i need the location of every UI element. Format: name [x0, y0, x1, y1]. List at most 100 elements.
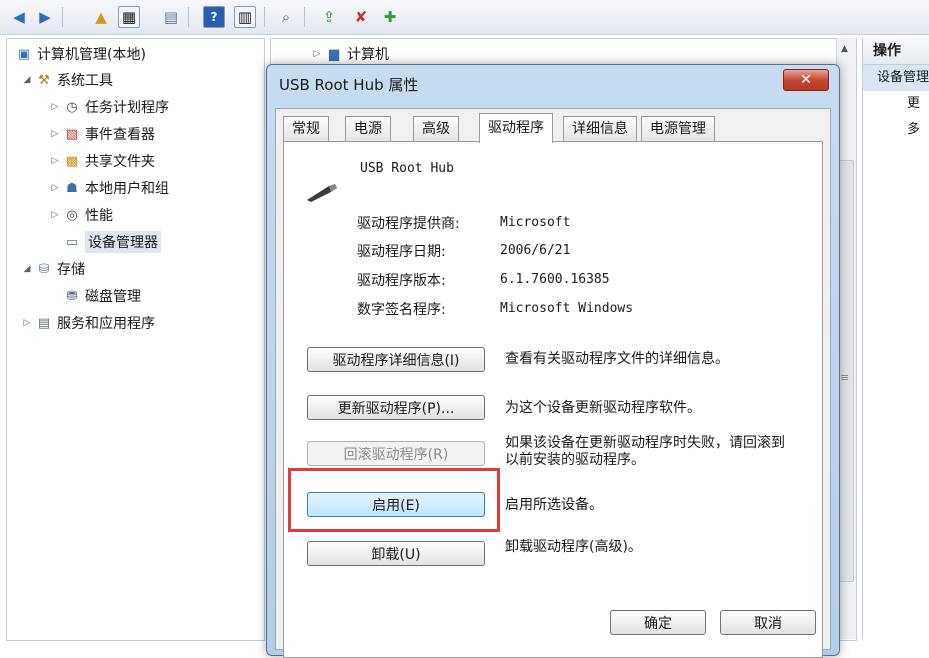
scroll-up-arrow-icon[interactable]: ▲ — [841, 44, 848, 54]
expand-arrow-icon[interactable]: ▷ — [49, 156, 61, 166]
services-icon: ▤ — [37, 315, 51, 331]
tab-driver[interactable]: 驱动程序 — [479, 113, 553, 143]
tree-node-label: 计算机 — [347, 47, 389, 63]
tree-node-system-tools[interactable]: ◢ ⚒ 系统工具 — [21, 69, 113, 91]
version-label: 驱动程序版本: — [357, 273, 446, 289]
provider-value: Microsoft — [500, 215, 571, 230]
properties-dialog: USB Root Hub 属性 ✕ 常规 电源 高级 驱动程序 详细信息 电源管… — [266, 64, 840, 658]
close-button[interactable]: ✕ — [783, 69, 829, 91]
device-name: USB Root Hub — [360, 161, 454, 176]
provider-label: 驱动程序提供商: — [357, 216, 460, 232]
tab-details[interactable]: 详细信息 — [563, 116, 637, 142]
tree-node-device-manager[interactable]: ▭ 设备管理器 — [61, 231, 161, 253]
toolbar-separator — [188, 7, 189, 27]
enable-description: 启用所选设备。 — [505, 497, 603, 513]
tree-node-label: 共享文件夹 — [85, 154, 155, 170]
cancel-button[interactable]: 取消 — [720, 610, 816, 635]
version-value: 6.1.7600.16385 — [500, 272, 610, 287]
expand-arrow-icon[interactable]: ▷ — [311, 49, 323, 59]
tab-general[interactable]: 常规 — [283, 116, 329, 142]
back-arrow-icon[interactable]: ◀ — [8, 6, 30, 28]
expand-arrow-icon[interactable]: ▷ — [49, 183, 61, 193]
roll-back-driver-button[interactable]: 回滚驱动程序(R) — [307, 441, 485, 466]
device-node-computer[interactable]: ▷ ▆ 计算机 — [311, 43, 389, 65]
update-driver-description: 为这个设备更新驱动程序软件。 — [505, 400, 701, 416]
tree-node-label: 存储 — [57, 262, 85, 278]
tree-node-task-scheduler[interactable]: ▷ ◷ 任务计划程序 — [49, 96, 169, 118]
tree-node-storage[interactable]: ◢ ⛁ 存储 — [21, 258, 85, 280]
computer-management-icon: ▣ — [17, 46, 31, 62]
tree-node-label: 性能 — [85, 208, 113, 224]
signer-label: 数字签名程序: — [357, 302, 446, 318]
shared-folder-icon: ▩ — [65, 153, 79, 169]
tab-power-management[interactable]: 电源管理 — [641, 116, 715, 142]
expand-arrow-icon[interactable]: ◢ — [21, 264, 33, 274]
expand-arrow-icon[interactable]: ▷ — [49, 129, 61, 139]
roll-back-driver-description: 如果该设备在更新驱动程序时失败，请回滚到以前安装的驱动程序。 — [505, 435, 785, 468]
date-value: 2006/6/21 — [500, 243, 571, 258]
tree-node-label: 任务计划程序 — [85, 100, 169, 116]
expand-arrow-icon[interactable]: ▷ — [49, 102, 61, 112]
tab-power[interactable]: 电源 — [345, 116, 391, 142]
tree-node-label: 设备管理器 — [85, 231, 161, 253]
actions-section-device-manager[interactable]: 设备管理 — [863, 65, 929, 91]
expand-arrow-icon[interactable]: ◢ — [21, 75, 33, 85]
disk-icon: ⛃ — [66, 288, 78, 304]
close-icon: ✕ — [800, 72, 812, 88]
update-driver-icon[interactable]: ⇪ — [318, 6, 340, 28]
clock-icon: ◷ — [66, 99, 78, 115]
tab-advanced[interactable]: 高级 — [413, 116, 459, 142]
signer-value: Microsoft Windows — [500, 301, 634, 316]
tree-node-computer-management[interactable]: ▣ 计算机管理(本地) — [13, 43, 146, 65]
tree-node-label: 计算机管理(本地) — [37, 47, 146, 63]
tree-node-label: 本地用户和组 — [85, 181, 169, 197]
actions-pane: 操作 设备管理 更多 — [862, 38, 929, 639]
storage-icon: ⛁ — [38, 261, 50, 277]
tree-node-label: 服务和应用程序 — [57, 316, 155, 332]
show-hide-tree-icon[interactable]: ▦ — [118, 6, 140, 28]
tree-node-services-applications[interactable]: ▷ ▤ 服务和应用程序 — [21, 312, 155, 334]
annotation-highlight-box — [288, 468, 500, 532]
performance-gauge-icon: ◎ — [66, 207, 78, 223]
properties-icon[interactable]: ▤ — [160, 6, 182, 28]
toolbar-separator — [264, 7, 265, 27]
actions-header: 操作 — [863, 38, 929, 65]
expand-arrow-icon[interactable]: ▷ — [49, 210, 61, 220]
tree-node-local-users-groups[interactable]: ▷ ☗ 本地用户和组 — [49, 177, 169, 199]
tree-node-label: 系统工具 — [57, 73, 113, 89]
console-tree: ▣ 计算机管理(本地) ◢ ⚒ 系统工具 ▷ ◷ 任务计划程序 ▷ ▧ 事件查看… — [6, 38, 265, 641]
driver-details-button[interactable]: 驱动程序详细信息(I) — [307, 347, 485, 372]
actions-more-link[interactable]: 更多 — [863, 91, 929, 143]
tree-node-performance[interactable]: ▷ ◎ 性能 — [49, 204, 113, 226]
usb-device-icon — [307, 184, 337, 202]
help-icon[interactable]: ? — [203, 6, 225, 28]
date-label: 驱动程序日期: — [357, 244, 446, 260]
toolbar: ◀ ▶ ▲ ▦ ▤ ? ▥ ⌕ ⇪ ✘ ✚ — [0, 0, 929, 35]
toolbar-separator — [304, 7, 305, 27]
users-icon: ☗ — [66, 180, 78, 196]
enable-device-icon[interactable]: ✚ — [379, 6, 401, 28]
up-folder-icon[interactable]: ▲ — [90, 6, 112, 28]
uninstall-description: 卸载驱动程序(高级)。 — [505, 539, 642, 555]
tree-node-disk-management[interactable]: ⛃ 磁盘管理 — [61, 285, 141, 307]
update-driver-button[interactable]: 更新驱动程序(P)... — [307, 395, 485, 420]
dialog-title: USB Root Hub 属性 — [279, 76, 419, 94]
ok-button[interactable]: 确定 — [610, 610, 706, 635]
disable-device-icon[interactable]: ✘ — [350, 6, 372, 28]
device-manager-icon: ▭ — [65, 234, 79, 250]
tools-icon: ⚒ — [38, 72, 50, 88]
tree-node-shared-folders[interactable]: ▷ ▩ 共享文件夹 — [49, 150, 155, 172]
tree-node-label: 事件查看器 — [85, 127, 155, 143]
driver-details-description: 查看有关驱动程序文件的详细信息。 — [505, 351, 729, 367]
scrollbar-thumb[interactable]: ≡ — [838, 160, 854, 582]
expand-arrow-icon[interactable]: ▷ — [21, 318, 33, 328]
tree-node-event-viewer[interactable]: ▷ ▧ 事件查看器 — [49, 123, 155, 145]
forward-arrow-icon[interactable]: ▶ — [34, 6, 56, 28]
scan-hardware-icon[interactable]: ⌕ — [275, 6, 297, 28]
uninstall-button[interactable]: 卸载(U) — [307, 541, 485, 566]
action-pane-icon[interactable]: ▥ — [234, 6, 256, 28]
computer-icon: ▆ — [329, 46, 339, 62]
dialog-body: 常规 电源 高级 驱动程序 详细信息 电源管理 — [275, 108, 831, 658]
event-log-icon: ▧ — [65, 126, 79, 142]
toolbar-separator — [62, 7, 63, 27]
